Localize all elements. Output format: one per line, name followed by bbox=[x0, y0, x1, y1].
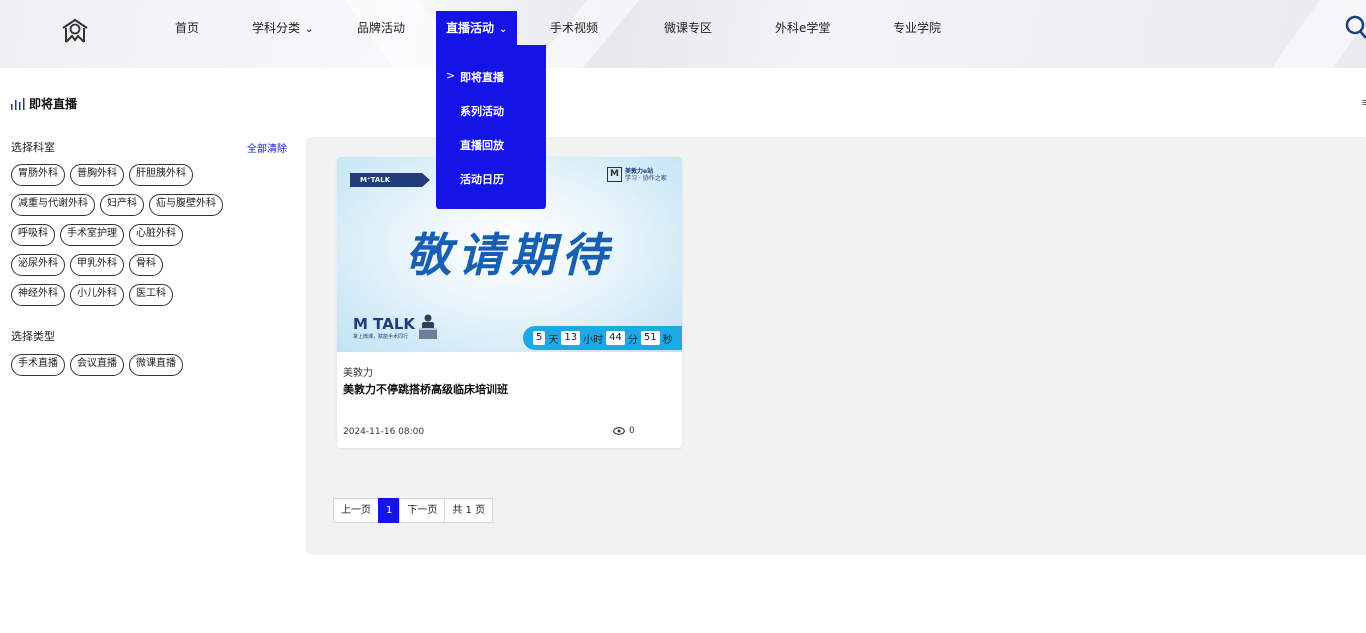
dept-tag[interactable]: 骨科 bbox=[129, 254, 163, 276]
live-events-dropdown: > 即将直播 系列活动 直播回放 活动日历 bbox=[436, 45, 546, 209]
countdown-days: 5 bbox=[533, 331, 546, 345]
dropdown-upcoming-live[interactable]: 即将直播 bbox=[460, 69, 504, 85]
dept-tag-row: 泌尿外科 甲乳外科 骨科 bbox=[11, 254, 163, 276]
search-icon[interactable] bbox=[1344, 14, 1366, 40]
card-title[interactable]: 美敦力不停跳搭桥高级临床培训班 bbox=[343, 381, 508, 397]
dept-tag[interactable]: 疝与腹壁外科 bbox=[149, 194, 223, 216]
dept-filter-label: 选择科室 bbox=[11, 141, 55, 154]
dept-tag[interactable]: 甲乳外科 bbox=[70, 254, 124, 276]
nav-brand-events[interactable]: 品牌活动 bbox=[357, 0, 405, 56]
dept-tag[interactable]: 泌尿外科 bbox=[11, 254, 65, 276]
page-title-text: 即将直播 bbox=[29, 97, 78, 111]
dept-tag[interactable]: 妇产科 bbox=[100, 194, 144, 216]
mtalk-slogan: 掌上微课，赋能手术同行 bbox=[353, 334, 409, 340]
clear-all-button[interactable]: 全部清除 bbox=[247, 140, 287, 155]
dept-tag[interactable]: 减重与代谢外科 bbox=[11, 194, 95, 216]
site-logo-icon[interactable] bbox=[60, 16, 90, 46]
chevron-down-icon: ⌄ bbox=[499, 24, 508, 35]
nav-live-events[interactable]: 直播活动 ⌄ bbox=[436, 11, 518, 45]
nav-micro-courses[interactable]: 微课专区 bbox=[664, 0, 712, 56]
nav-academy[interactable]: 专业学院 bbox=[893, 0, 941, 56]
countdown-timer: 5 天 13 小时 44 分 51 秒 bbox=[523, 326, 682, 350]
nav-micro-courses-label: 微课专区 bbox=[664, 21, 713, 35]
eye-icon bbox=[613, 427, 625, 435]
card-date: 2024-11-16 08:00 bbox=[343, 427, 425, 437]
nav-home[interactable]: 首页 bbox=[175, 0, 199, 56]
nav-surgery-videos[interactable]: 手术视频 bbox=[550, 0, 598, 56]
dept-tag[interactable]: 手术室护理 bbox=[60, 224, 124, 246]
nav-disciplines-label: 学科分类 bbox=[252, 21, 301, 35]
bar-chart-icon bbox=[11, 97, 25, 110]
card-view-count: 0 bbox=[629, 426, 635, 436]
dept-tag[interactable]: 心脏外科 bbox=[129, 224, 183, 246]
type-tag[interactable]: 微课直播 bbox=[129, 354, 183, 376]
type-tag-row: 手术直播 会议直播 微课直播 bbox=[11, 354, 183, 376]
top-header: 首页 学科分类 ⌄ 品牌活动 直播活动 ⌄ 手术视频 微课专区 外科e学堂 专业学院 bbox=[0, 0, 1366, 68]
banner-headline: 敬请期待 bbox=[405, 228, 614, 282]
dept-tag[interactable]: 神经外科 bbox=[11, 284, 65, 306]
nav-surgery-e-school-label: 外科e学堂 bbox=[775, 21, 831, 35]
dept-tag-row: 胃肠外科 普胸外科 肝胆胰外科 bbox=[11, 164, 193, 186]
nav-surgery-e-school[interactable]: 外科e学堂 bbox=[775, 0, 830, 56]
dropdown-series-events[interactable]: 系列活动 bbox=[460, 103, 504, 119]
type-tag[interactable]: 手术直播 bbox=[11, 354, 65, 376]
card-views: 0 bbox=[613, 426, 635, 436]
nav-brand-events-label: 品牌活动 bbox=[357, 21, 406, 35]
dropdown-live-replay[interactable]: 直播回放 bbox=[460, 137, 504, 153]
menu-icon[interactable]: ≡ bbox=[1361, 96, 1366, 109]
mtalk-logo: M TALK bbox=[353, 315, 416, 333]
dept-tag-row: 减重与代谢外科 妇产科 疝与腹壁外科 bbox=[11, 194, 223, 216]
countdown-days-unit: 天 bbox=[548, 334, 559, 346]
type-filter-label: 选择类型 bbox=[11, 330, 55, 343]
countdown-minutes-unit: 分 bbox=[627, 334, 638, 346]
dept-tag[interactable]: 医工科 bbox=[129, 284, 173, 306]
card-author: 美敦力 bbox=[343, 368, 373, 379]
next-page-button[interactable]: 下一页 bbox=[399, 498, 446, 523]
medtronic-brand-logo: M 美敦力e站 学习 · 协作之家 bbox=[607, 167, 667, 182]
countdown-hours-unit: 小时 bbox=[583, 334, 604, 346]
dept-tag-row: 神经外科 小儿外科 医工科 bbox=[11, 284, 173, 306]
countdown-hours: 13 bbox=[561, 331, 581, 345]
countdown-minutes: 44 bbox=[606, 331, 625, 345]
countdown-seconds-unit: 秒 bbox=[662, 334, 673, 346]
brand-text-main: 美敦力e站 bbox=[625, 167, 654, 175]
dept-tag[interactable]: 呼吸科 bbox=[11, 224, 55, 246]
nav-home-label: 首页 bbox=[175, 21, 200, 35]
speaker-podium-icon bbox=[419, 314, 437, 339]
countdown-seconds: 51 bbox=[640, 331, 660, 345]
nav-disciplines[interactable]: 学科分类 ⌄ bbox=[252, 0, 313, 56]
chevron-right-icon: > bbox=[446, 69, 456, 82]
dept-tag[interactable]: 小儿外科 bbox=[70, 284, 124, 306]
prev-page-button[interactable]: 上一页 bbox=[333, 498, 379, 523]
dropdown-event-calendar[interactable]: 活动日历 bbox=[460, 171, 504, 187]
dept-tag[interactable]: 普胸外科 bbox=[70, 164, 124, 186]
dept-tag-row: 呼吸科 手术室护理 心脏外科 bbox=[11, 224, 183, 246]
brand-box-icon: M bbox=[607, 167, 622, 182]
chevron-down-icon: ⌄ bbox=[305, 24, 314, 35]
pagination: 上一页 1 下一页 共 1 页 bbox=[333, 498, 494, 523]
dept-tag[interactable]: 胃肠外科 bbox=[11, 164, 65, 186]
nav-academy-label: 专业学院 bbox=[893, 21, 942, 35]
dept-tag[interactable]: 肝胆胰外科 bbox=[129, 164, 193, 186]
brand-text-sub: 学习 · 协作之家 bbox=[625, 174, 667, 182]
nav-live-events-label: 直播活动 bbox=[446, 21, 495, 35]
total-pages: 共 1 页 bbox=[444, 498, 494, 523]
type-tag[interactable]: 会议直播 bbox=[70, 354, 124, 376]
mtalk-banner-tag: M⁺TALK bbox=[350, 173, 430, 187]
page-title: 即将直播 bbox=[11, 95, 77, 112]
nav-surgery-videos-label: 手术视频 bbox=[550, 21, 599, 35]
page-number-button[interactable]: 1 bbox=[378, 498, 401, 523]
